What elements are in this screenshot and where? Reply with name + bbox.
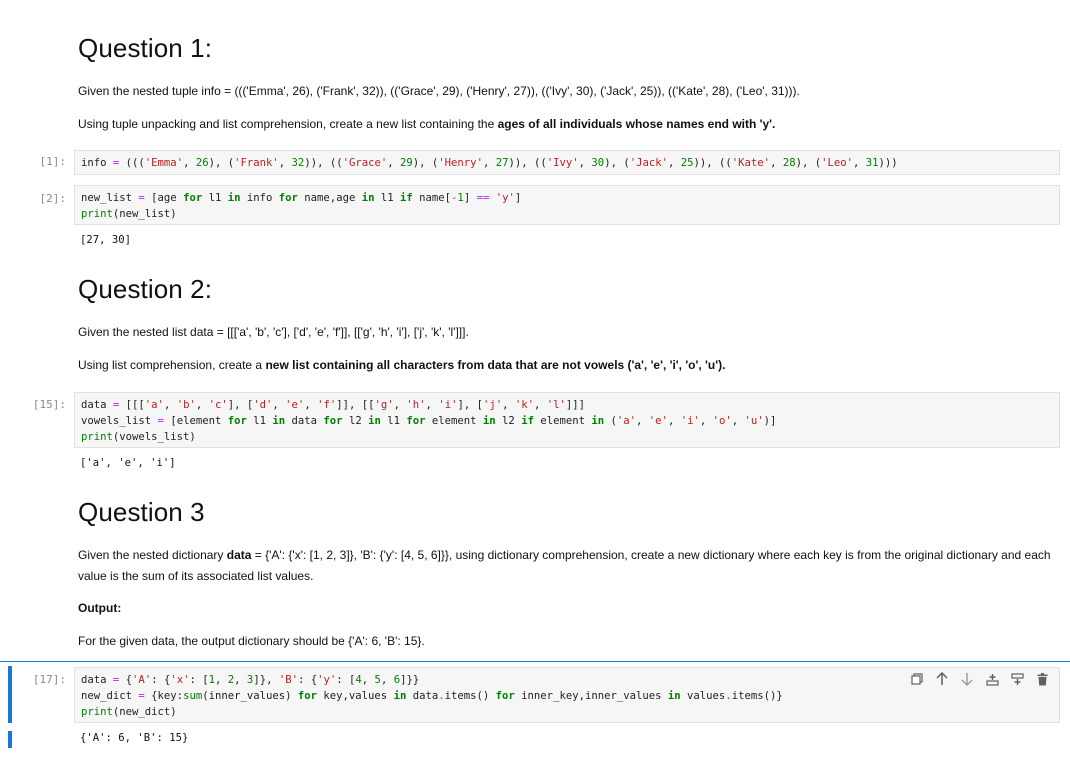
cell-17-prompt: [17]: xyxy=(32,673,66,686)
cell-17-output: {'A': 6, 'B': 15} xyxy=(80,732,189,744)
output-label: Output: xyxy=(78,601,122,615)
cell-15-prompt: [15]: xyxy=(32,398,66,411)
cell-1-prompt: [1]: xyxy=(39,155,67,168)
duplicate-icon[interactable] xyxy=(910,671,924,687)
desc-bold: data xyxy=(226,548,252,562)
desc-text-1: Given the nested dictionary xyxy=(78,548,227,562)
delete-icon[interactable] xyxy=(1035,671,1049,687)
cell-15-output: ['a', 'e', 'i'] xyxy=(80,457,176,469)
question-1-description: Given the nested tuple info = ((('Emma',… xyxy=(78,84,800,98)
task-text: Using tuple unpacking and list comprehen… xyxy=(78,117,498,131)
question-2-heading: Question 2: xyxy=(78,274,213,304)
cell-2-prompt: [2]: xyxy=(39,192,67,205)
task-bold-text: ages of all individuals whose names end … xyxy=(497,117,776,131)
cell-toolbar xyxy=(910,671,1049,687)
task-bold-text: new list containing all characters from … xyxy=(265,358,726,372)
question-3-expected: For the given data, the output dictionar… xyxy=(78,634,425,648)
active-output-indicator[interactable] xyxy=(8,731,12,748)
cell-2-output: [27, 30] xyxy=(80,234,132,246)
code-cell-1[interactable]: info = ((('Emma', 26), ('Frank', 32)), (… xyxy=(74,150,1060,175)
question-1-heading: Question 1: xyxy=(78,33,213,63)
code-cell-2[interactable]: new_list = [age for l1 in info for name,… xyxy=(74,185,1060,225)
question-1-task: Using tuple unpacking and list comprehen… xyxy=(78,114,1053,135)
question-3-heading: Question 3 xyxy=(78,497,205,527)
question-3-description: Given the nested dictionary data = {'A':… xyxy=(78,545,1053,587)
move-up-icon[interactable] xyxy=(935,671,949,687)
task-text: Using list comprehension, create a xyxy=(78,358,266,372)
question-2-description: Given the nested list data = [[['a', 'b'… xyxy=(78,325,469,339)
active-cell-divider xyxy=(0,661,1070,662)
code-cell-15[interactable]: data = [[['a', 'b', 'c'], ['d', 'e', 'f'… xyxy=(74,392,1060,448)
question-2-task: Using list comprehension, create a new l… xyxy=(78,355,1053,376)
insert-above-icon[interactable] xyxy=(985,671,999,687)
insert-below-icon[interactable] xyxy=(1010,671,1024,687)
move-down-icon[interactable] xyxy=(960,671,974,687)
